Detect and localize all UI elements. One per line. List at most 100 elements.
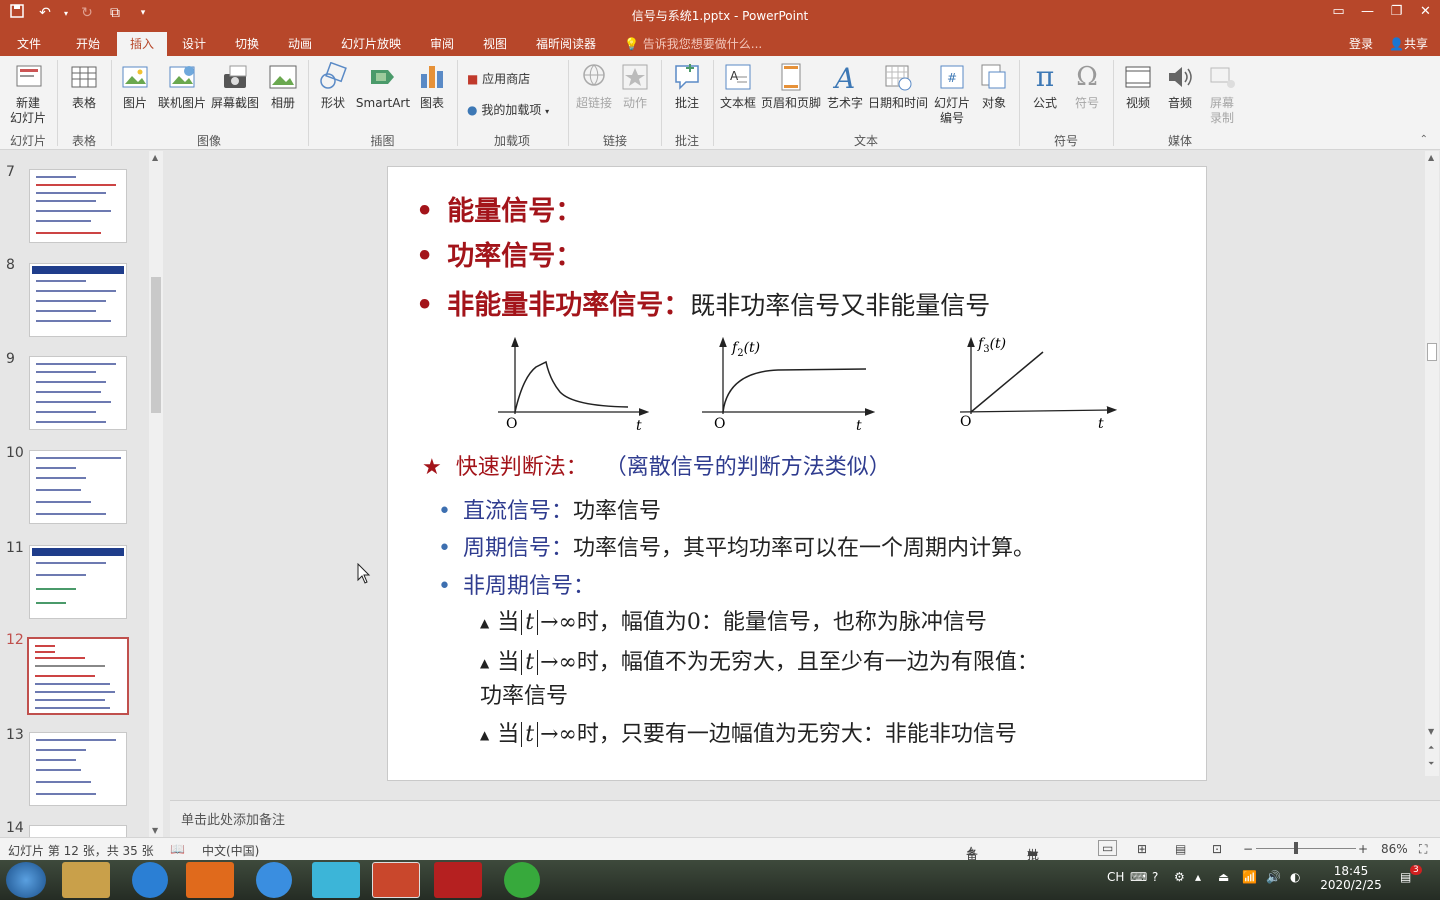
thumbnails-scroll-thumb[interactable] bbox=[151, 277, 161, 413]
tab-review[interactable]: 审阅 bbox=[430, 35, 454, 56]
hyperlink-button[interactable]: 超链接 bbox=[574, 62, 614, 111]
slide-thumbnail-10[interactable] bbox=[29, 450, 127, 524]
k-app-icon[interactable] bbox=[132, 862, 168, 898]
bullet-power-signal[interactable]: • 功率信号： bbox=[416, 234, 582, 273]
ribbon-display-icon[interactable]: ▭ bbox=[1324, 0, 1353, 24]
wechat-icon[interactable] bbox=[504, 862, 540, 898]
collapse-ribbon-icon[interactable]: ⌃ bbox=[1420, 134, 1428, 145]
slide-sorter-icon[interactable]: ⊞ bbox=[1137, 842, 1147, 856]
slide-thumbnail-12-selected[interactable] bbox=[27, 637, 129, 715]
header-footer-button[interactable]: 页眉和页脚 bbox=[760, 62, 822, 111]
tab-view[interactable]: 视图 bbox=[483, 35, 507, 56]
scroll-down-icon[interactable]: ▼ bbox=[152, 826, 158, 835]
video-button[interactable]: 视频 bbox=[1118, 62, 1158, 111]
quick-method-heading[interactable]: ★ 快速判断法： （离散信号的判断方法类似） bbox=[422, 449, 891, 481]
volume-icon[interactable]: 🔊 bbox=[1266, 870, 1281, 884]
qq-contacts-icon[interactable] bbox=[312, 862, 360, 898]
slide-thumbnail-9[interactable] bbox=[29, 356, 127, 430]
tab-animations[interactable]: 动画 bbox=[288, 35, 312, 56]
album-button[interactable]: 相册 bbox=[264, 62, 302, 111]
tray-settings-icon[interactable]: ⚙ bbox=[1174, 870, 1185, 884]
language-indicator[interactable]: 中文(中国) bbox=[202, 842, 259, 859]
slide-thumbnail-11[interactable] bbox=[29, 545, 127, 619]
usb-icon[interactable]: ⏏ bbox=[1218, 870, 1229, 884]
aperiodic-case-2[interactable]: ▲ 当 t →∞时，幅值不为无穷大，且至少有一边为有限值： 功率信号 bbox=[480, 646, 1039, 713]
datetime-button[interactable]: 日期和时间 bbox=[866, 62, 930, 111]
equation-button[interactable]: π 公式 bbox=[1026, 62, 1064, 111]
login-link[interactable]: 登录 bbox=[1349, 35, 1373, 52]
aperiodic-case-3[interactable]: ▲ 当 t →∞时，只要有一边幅值为无穷大：非能非功信号 bbox=[480, 718, 1017, 752]
network-icon[interactable]: 📶 bbox=[1242, 870, 1257, 884]
online-picture-button[interactable]: 联机图片 bbox=[156, 62, 208, 111]
security-icon[interactable]: ◐ bbox=[1290, 870, 1300, 884]
tab-home[interactable]: 开始 bbox=[76, 35, 100, 56]
aperiodic-signal-item[interactable]: • 非周期信号： bbox=[438, 568, 595, 600]
textbox-button[interactable]: A 文本框 bbox=[718, 62, 758, 111]
screen-record-button[interactable]: 屏幕 录制 bbox=[1202, 62, 1242, 126]
tab-design[interactable]: 设计 bbox=[182, 35, 206, 56]
previous-slide-icon[interactable]: ⏶ bbox=[1428, 743, 1434, 753]
slide-number-button[interactable]: # 幻灯片 编号 bbox=[930, 62, 974, 126]
pdf-reader-icon[interactable] bbox=[186, 862, 234, 898]
slideshow-view-icon[interactable]: ⊡ bbox=[1212, 842, 1222, 856]
powerpoint-icon[interactable] bbox=[372, 862, 420, 898]
object-button[interactable]: 对象 bbox=[976, 62, 1012, 111]
tab-foxit[interactable]: 福昕阅读器 bbox=[536, 35, 596, 56]
next-slide-icon[interactable]: ⏷ bbox=[1428, 759, 1434, 769]
slide-thumbnail-7[interactable] bbox=[29, 169, 127, 243]
file-explorer-icon[interactable] bbox=[62, 862, 110, 898]
aperiodic-case-1[interactable]: ▲ 当 t →∞时，幅值为0：能量信号，也称为脉冲信号 bbox=[480, 606, 987, 640]
normal-view-icon[interactable]: ▭ bbox=[1098, 840, 1118, 856]
keyboard-icon[interactable]: ⌨ bbox=[1130, 870, 1147, 884]
input-language[interactable]: CH bbox=[1107, 870, 1124, 884]
help-icon[interactable]: ? bbox=[1152, 870, 1158, 884]
tab-file[interactable]: 文件 bbox=[17, 35, 41, 56]
clock[interactable]: 18:45 2020/2/25 bbox=[1320, 864, 1382, 892]
my-addins-button[interactable]: ● 我的加载项 ▾ bbox=[467, 101, 549, 118]
periodic-signal-item[interactable]: • 周期信号：功率信号，其平均功率可以在一个周期内计算。 bbox=[438, 530, 1035, 562]
audio-button[interactable]: 音频 bbox=[1160, 62, 1200, 111]
sogou-icon[interactable] bbox=[256, 862, 292, 898]
spellcheck-icon[interactable]: 📖 bbox=[170, 842, 185, 856]
slide-thumbnail-14[interactable] bbox=[29, 825, 127, 837]
screenshot-button[interactable]: 屏幕截图 bbox=[208, 62, 262, 111]
slide-thumbnail-8[interactable] bbox=[29, 263, 127, 337]
comment-button[interactable]: 批注 bbox=[668, 62, 706, 111]
tab-insert[interactable]: 插入 bbox=[117, 32, 167, 56]
bullet-neither-signal[interactable]: • 非能量非功率信号：既非功率信号又非能量信号 bbox=[416, 283, 990, 322]
scroll-up-icon[interactable]: ▲ bbox=[152, 153, 158, 162]
reading-view-icon[interactable]: ▤ bbox=[1175, 842, 1186, 856]
share-button[interactable]: 👤共享 bbox=[1389, 35, 1428, 52]
close-icon[interactable]: ✕ bbox=[1411, 0, 1440, 24]
slide-scrollbar[interactable]: ▲ ▼ ⏶ ⏷ bbox=[1425, 151, 1439, 776]
chart-button[interactable]: 图表 bbox=[414, 62, 450, 111]
fit-to-window-icon[interactable]: ⛶ bbox=[1419, 842, 1427, 857]
scroll-up-icon[interactable]: ▲ bbox=[1428, 153, 1434, 162]
zoom-slider[interactable] bbox=[1256, 842, 1356, 854]
show-hidden-icons-icon[interactable]: ▴ bbox=[1195, 870, 1201, 884]
zoom-level[interactable]: 86% bbox=[1381, 842, 1408, 856]
restore-icon[interactable]: ❐ bbox=[1382, 0, 1411, 24]
minimize-icon[interactable]: — bbox=[1353, 0, 1382, 24]
smartart-button[interactable]: SmartArt bbox=[354, 62, 412, 111]
table-button[interactable]: 表格 bbox=[64, 62, 104, 111]
tab-slideshow[interactable]: 幻灯片放映 bbox=[341, 35, 401, 56]
store-button[interactable]: ■ 应用商店 bbox=[467, 70, 530, 87]
zoom-slider-thumb[interactable] bbox=[1294, 842, 1298, 854]
slide-thumbnail-13[interactable] bbox=[29, 732, 127, 806]
tell-me-box[interactable]: 💡 告诉我您想要做什么... bbox=[624, 35, 762, 52]
red-app-icon[interactable] bbox=[434, 862, 482, 898]
dc-signal-item[interactable]: • 直流信号：功率信号 bbox=[438, 493, 661, 525]
new-slide-button[interactable]: 新建 幻灯片 bbox=[6, 62, 50, 126]
action-button[interactable]: 动作 bbox=[616, 62, 654, 111]
thumbnails-scrollbar[interactable]: ▲ ▼ bbox=[149, 151, 163, 837]
shapes-button[interactable]: 形状 bbox=[314, 62, 352, 111]
slide-scroll-thumb[interactable] bbox=[1427, 343, 1437, 361]
zoom-out-icon[interactable]: − bbox=[1243, 842, 1253, 856]
bullet-energy-signal[interactable]: • 能量信号： bbox=[416, 189, 582, 228]
picture-button[interactable]: 图片 bbox=[116, 62, 154, 111]
wordart-button[interactable]: A 艺术字 bbox=[824, 62, 866, 111]
windows-start-icon[interactable] bbox=[6, 862, 46, 898]
notes-pane[interactable]: 单击此处添加备注 bbox=[170, 800, 1440, 837]
current-slide[interactable]: • 能量信号： • 功率信号： • 非能量非功率信号：既非功率信号又非能量信号 O t… bbox=[387, 166, 1207, 781]
